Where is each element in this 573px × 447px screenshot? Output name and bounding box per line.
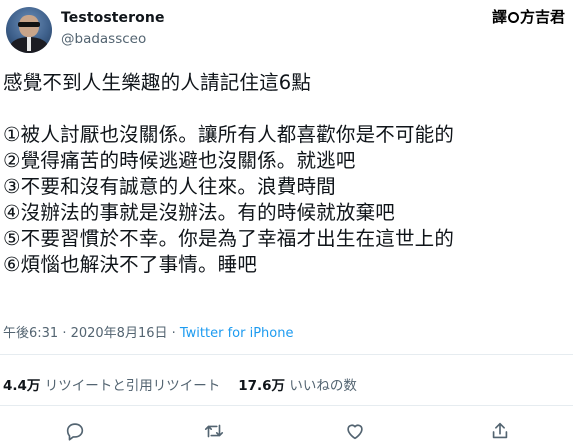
avatar[interactable] (6, 7, 52, 53)
reply-icon[interactable] (62, 418, 88, 444)
tweet-line: ①被人討厭也沒關係。讓所有人都喜歡你是不可能的 (3, 123, 455, 146)
likes-stat[interactable]: 17.6万 いいねの数 (238, 378, 357, 394)
tweet-line: ⑤不要習慣於不幸。你是為了幸福才出生在這世上的 (3, 227, 455, 250)
retweet-icon[interactable] (201, 418, 227, 444)
engagement-stats: 4.4万 リツイートと引用リツイート 17.6万 いいねの数 (3, 374, 357, 394)
watermark-right: 方吉君 (519, 8, 565, 26)
avatar-glasses (18, 22, 40, 27)
watermark-dot-icon (507, 12, 519, 23)
likes-label: いいねの数 (289, 378, 357, 394)
like-icon[interactable] (342, 418, 368, 444)
tweet-line: ③不要和沒有誠意的人往來。浪費時間 (3, 175, 336, 198)
divider (0, 354, 573, 355)
retweets-count: 4.4万 (3, 378, 41, 394)
tweet-line: 感覺不到人生樂趣的人請記住這6點 (3, 71, 312, 94)
display-name[interactable]: Testosterone (61, 10, 165, 26)
timestamp[interactable]: 午後6:31 · 2020年8月16日 · (3, 326, 180, 341)
tweet-meta: 午後6:31 · 2020年8月16日 · Twitter for iPhone (3, 322, 293, 341)
retweets-stat[interactable]: 4.4万 リツイートと引用リツイート (3, 378, 220, 394)
likes-count: 17.6万 (238, 378, 286, 394)
avatar-tie (27, 37, 31, 51)
watermark-left: 譯 (491, 8, 507, 26)
share-icon[interactable] (487, 418, 513, 444)
user-handle[interactable]: @badassceo (61, 31, 146, 47)
retweets-label: リツイートと引用リツイート (44, 378, 221, 394)
tweet-line: ⑥煩惱也解決不了事情。睡吧 (3, 253, 258, 276)
action-bar (0, 418, 573, 444)
divider (0, 405, 573, 406)
tweet-line: ②覺得痛苦的時候逃避也沒關係。就逃吧 (3, 149, 356, 172)
source-link[interactable]: Twitter for iPhone (180, 326, 294, 341)
tweet-line: ④沒辦法的事就是沒辦法。有的時候就放棄吧 (3, 201, 395, 224)
translator-watermark: 譯方吉君 (492, 6, 565, 27)
tweet-text: 感覺不到人生樂趣的人請記住這6點 ①被人討厭也沒關係。讓所有人都喜歡你是不可能的… (3, 70, 568, 278)
